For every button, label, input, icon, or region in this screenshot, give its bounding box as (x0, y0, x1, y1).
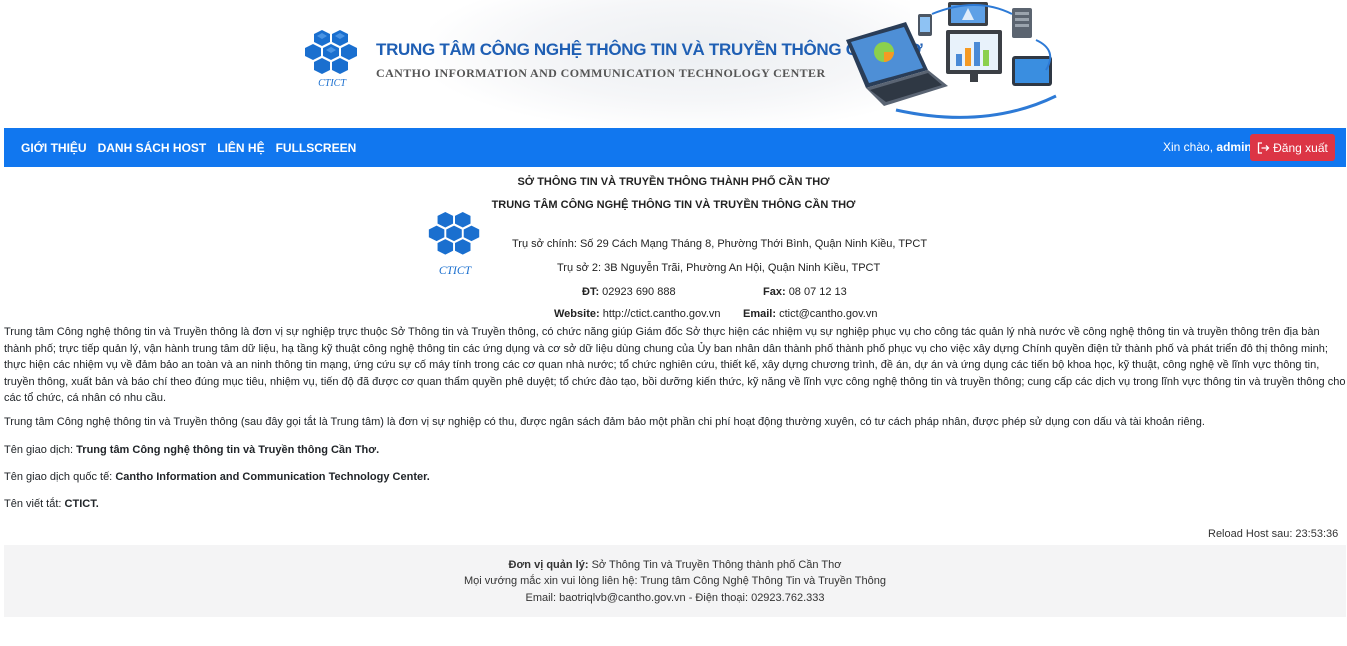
footer-manager-label: Đơn vị quản lý: (508, 559, 589, 571)
abbreviation-value: CTICT. (64, 498, 99, 510)
website-label: Website: (554, 308, 600, 320)
logout-icon (1257, 141, 1270, 154)
phone-label: ĐT: (582, 286, 600, 298)
email-value[interactable]: ctict@cantho.gov.vn (779, 308, 877, 320)
trade-name-value: Trung tâm Công nghệ thông tin và Truyền … (76, 444, 380, 456)
footer-manager-value: Sở Thông Tin và Truyền Thông thành phố C… (591, 559, 842, 571)
org-parent-name: SỞ THÔNG TIN VÀ TRUYỀN THÔNG THÀNH PHỐ C… (517, 176, 830, 188)
website-value[interactable]: http://ctict.cantho.gov.vn (603, 308, 721, 320)
nav-links: GIỚI THIỆU DANH SÁCH HOST LIÊN HỆ FULLSC… (21, 128, 367, 167)
main-navbar: GIỚI THIỆU DANH SÁCH HOST LIÊN HỆ FULLSC… (4, 128, 1346, 167)
fax-value: 08 07 12 13 (788, 286, 847, 298)
user-greeting: Xin chào, admin (1163, 140, 1252, 154)
intl-trade-name-value: Cantho Information and Communication Tec… (115, 471, 430, 483)
nav-link-gioi-thieu[interactable]: GIỚI THIỆU (21, 141, 87, 155)
greeting-prefix: Xin chào, (1163, 140, 1214, 154)
phone-value: 02923 690 888 (602, 286, 676, 298)
fax-label: Fax: (763, 286, 786, 298)
abbreviation-label: Tên viết tắt: (4, 498, 62, 510)
username: admin (1216, 140, 1252, 154)
banner-subtitle: CANTHO INFORMATION AND COMMUNICATION TEC… (376, 66, 826, 80)
svg-text:CTICT: CTICT (318, 78, 347, 89)
logout-button[interactable]: Đăng xuất (1250, 134, 1335, 161)
address-second: Trụ sở 2: 3B Nguyễn Trãi, Phường An Hội,… (557, 262, 881, 274)
intro-paragraph-2: Trung tâm Công nghệ thông tin và Truyền … (4, 416, 1205, 428)
ctict-logo-small: CTICT (428, 212, 480, 277)
header-banner: CTICT TRUNG TÂM CÔNG NGHỆ THÔNG TIN VÀ T… (0, 0, 1347, 128)
footer-manager: Đơn vị quản lý: Sở Thông Tin và Truyền T… (4, 559, 1346, 571)
trade-name: Tên giao dịch: Trung tâm Công nghệ thông… (4, 442, 379, 459)
abbreviation: Tên viết tắt: CTICT. (4, 496, 99, 513)
svg-text:CTICT: CTICT (439, 264, 473, 277)
nav-link-danh-sach-host[interactable]: DANH SÁCH HOST (98, 141, 207, 155)
reload-countdown: Reload Host sau: 23:53:36 (1208, 528, 1339, 540)
nav-link-fullscreen[interactable]: FULLSCREEN (276, 141, 357, 155)
intl-trade-name: Tên giao dịch quốc tế: Cantho Informatio… (4, 469, 430, 486)
intl-trade-name-label: Tên giao dịch quốc tế: (4, 471, 113, 483)
intro-paragraph-1: Trung tâm Công nghệ thông tin và Truyền … (4, 326, 1346, 404)
footer-email-phone: Email: baotriqlvb@cantho.gov.vn - Điện t… (525, 592, 825, 604)
trade-name-label: Tên giao dịch: (4, 444, 74, 456)
page-footer: Đơn vị quản lý: Sở Thông Tin và Truyền T… (4, 545, 1346, 617)
footer-contact: Mọi vướng mắc xin vui lòng liên hệ: Trun… (463, 575, 886, 587)
address-main: Trụ sở chính: Số 29 Cách Mạng Tháng 8, P… (512, 238, 928, 250)
website-info: Website: http://ctict.cantho.gov.vn (554, 308, 721, 320)
email-label: Email: (743, 308, 777, 320)
nav-link-lien-he[interactable]: LIÊN HỆ (217, 141, 264, 155)
phone-info: ĐT: 02923 690 888 (582, 286, 676, 298)
computers-illustration (846, 2, 1057, 119)
logout-label: Đăng xuất (1273, 140, 1328, 155)
fax-info: Fax: 08 07 12 13 (763, 286, 847, 298)
org-name: TRUNG TÂM CÔNG NGHỆ THÔNG TIN VÀ TRUYỀN … (491, 199, 856, 211)
email-info: Email: ctict@cantho.gov.vn (743, 308, 877, 320)
ctict-logo: CTICT (305, 30, 357, 89)
